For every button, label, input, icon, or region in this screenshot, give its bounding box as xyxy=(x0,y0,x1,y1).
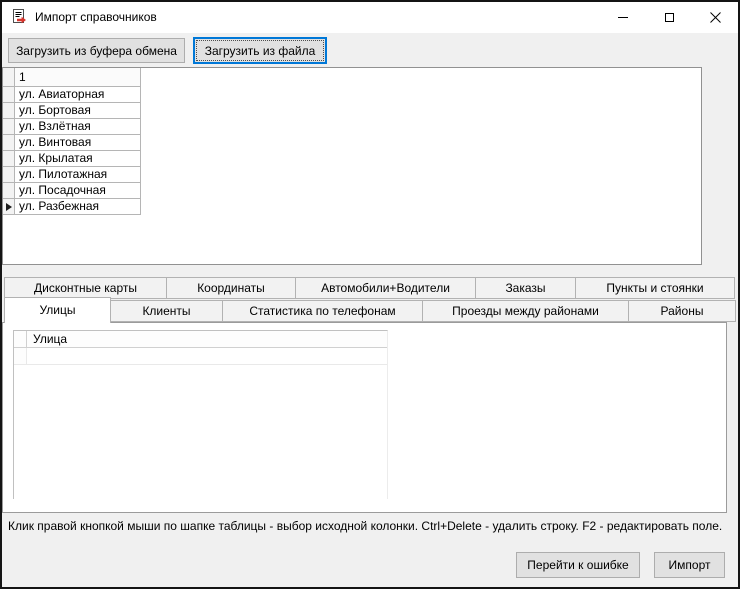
tab-cars-drivers[interactable]: Автомобили+Водители xyxy=(295,277,476,299)
table-row[interactable]: ул. Посадочная xyxy=(3,183,141,199)
tab-district-trips[interactable]: Проезды между районами xyxy=(422,300,629,322)
tab-points-parking[interactable]: Пункты и стоянки xyxy=(575,277,735,299)
table-row current-row[interactable]: ул. Разбежная xyxy=(3,199,141,215)
source-grid: 1 ул. Авиаторная ул. Бортовая ул. Взлётн… xyxy=(3,68,141,215)
tab-discount-cards[interactable]: Дисконтные карты xyxy=(4,277,167,299)
street-cell[interactable]: ул. Взлётная xyxy=(15,119,141,135)
row-selector[interactable] xyxy=(14,348,27,364)
source-grid-column-header[interactable]: 1 xyxy=(15,68,141,87)
caption-buttons xyxy=(600,2,738,33)
street-cell[interactable]: ул. Авиаторная xyxy=(15,87,141,103)
table-row[interactable]: ул. Авиаторная xyxy=(3,87,141,103)
street-cell[interactable]: ул. Посадочная xyxy=(15,183,141,199)
import-button[interactable]: Импорт xyxy=(654,552,725,578)
row-selector[interactable] xyxy=(3,199,15,215)
close-button[interactable] xyxy=(692,2,738,33)
maximize-icon xyxy=(665,13,674,22)
current-row-arrow-icon xyxy=(6,203,12,211)
load-from-file-button[interactable]: Загрузить из файла xyxy=(193,37,327,64)
goto-error-button[interactable]: Перейти к ошибке xyxy=(516,552,640,578)
source-grid-header-row: 1 xyxy=(3,68,141,87)
table-row[interactable]: ул. Винтовая xyxy=(3,135,141,151)
tab-orders[interactable]: Заказы xyxy=(475,277,576,299)
row-selector[interactable] xyxy=(3,167,15,183)
title-bar: Импорт справочников xyxy=(2,2,738,33)
minimize-button[interactable] xyxy=(600,2,646,33)
table-row[interactable]: ул. Бортовая xyxy=(3,103,141,119)
street-cell[interactable]: ул. Крылатая xyxy=(15,151,141,167)
row-selector[interactable] xyxy=(3,151,15,167)
street-cell[interactable]: ул. Бортовая xyxy=(15,103,141,119)
source-grid-corner-cell[interactable] xyxy=(3,68,15,87)
target-grid-corner-cell[interactable] xyxy=(14,331,27,347)
streets-tab-page: Улица xyxy=(2,322,727,513)
tab-phone-statistics[interactable]: Статистика по телефонам xyxy=(222,300,423,322)
load-from-file-label: Загрузить из файла xyxy=(205,44,316,58)
row-selector[interactable] xyxy=(3,135,15,151)
hint-text: Клик правой кнопкой мыши по шапке таблиц… xyxy=(8,519,732,534)
row-selector[interactable] xyxy=(3,103,15,119)
tab-coordinates[interactable]: Координаты xyxy=(166,277,296,299)
tab-districts[interactable]: Районы xyxy=(628,300,736,322)
document-import-icon xyxy=(11,9,27,25)
minimize-icon xyxy=(618,17,628,18)
table-row[interactable]: ул. Крылатая xyxy=(3,151,141,167)
goto-error-label: Перейти к ошибке xyxy=(527,558,628,572)
import-label: Импорт xyxy=(669,558,711,572)
tab-clients[interactable]: Клиенты xyxy=(110,300,223,322)
close-icon xyxy=(710,12,721,23)
maximize-button[interactable] xyxy=(646,2,692,33)
table-row[interactable]: ул. Взлётная xyxy=(3,119,141,135)
window-title: Импорт справочников xyxy=(35,2,157,33)
target-grid: Улица xyxy=(13,330,388,499)
tab-streets[interactable]: Улицы xyxy=(4,297,111,323)
target-grid-header-row: Улица xyxy=(14,331,387,348)
empty-street-cell[interactable] xyxy=(27,348,387,364)
table-row[interactable]: ул. Пилотажная xyxy=(3,167,141,183)
target-grid-empty-row[interactable] xyxy=(14,348,387,365)
tab-strip-row-1: Дисконтные карты Координаты Автомобили+В… xyxy=(4,277,735,299)
load-from-clipboard-button[interactable]: Загрузить из буфера обмена xyxy=(8,38,185,63)
source-grid-panel: 1 ул. Авиаторная ул. Бортовая ул. Взлётн… xyxy=(2,67,702,265)
row-selector[interactable] xyxy=(3,119,15,135)
import-dialog-window: Импорт справочников Загрузить из буфера … xyxy=(0,0,740,589)
street-cell[interactable]: ул. Разбежная xyxy=(15,199,141,215)
load-from-clipboard-label: Загрузить из буфера обмена xyxy=(16,44,177,58)
row-selector[interactable] xyxy=(3,87,15,103)
row-selector[interactable] xyxy=(3,183,15,199)
target-grid-column-header[interactable]: Улица xyxy=(27,331,387,347)
street-cell[interactable]: ул. Винтовая xyxy=(15,135,141,151)
street-cell[interactable]: ул. Пилотажная xyxy=(15,167,141,183)
